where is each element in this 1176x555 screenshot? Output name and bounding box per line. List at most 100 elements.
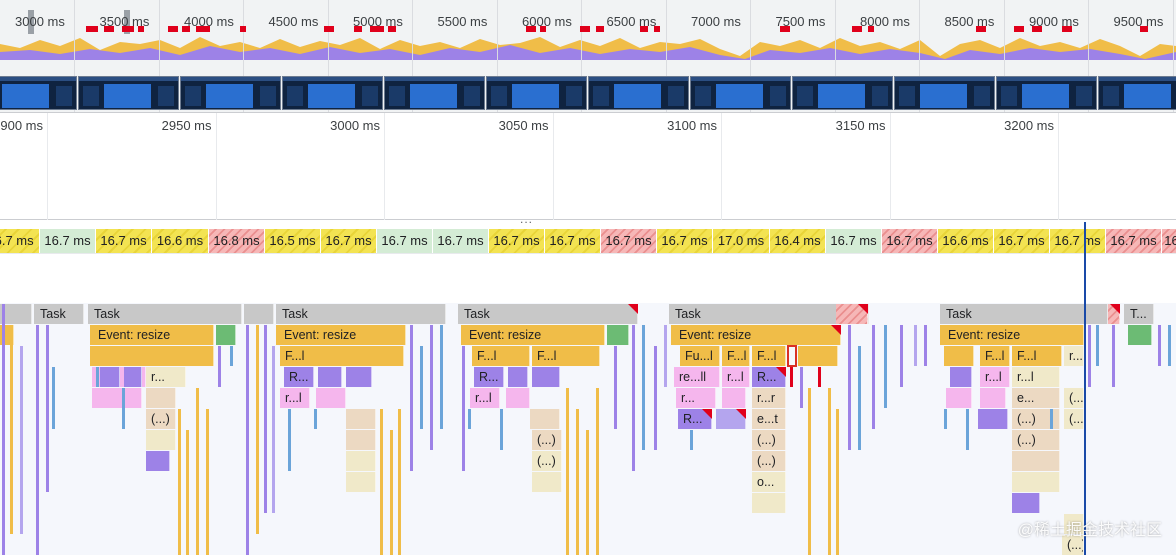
event-bar[interactable]: Event: resize <box>461 325 605 345</box>
screenshot-thumbnail[interactable] <box>792 76 893 110</box>
task-bar[interactable]: Task <box>88 304 242 324</box>
screenshot-thumbnail[interactable] <box>588 76 689 110</box>
function-call[interactable]: r... <box>146 367 186 387</box>
frame-duration[interactable]: 16.8 ms <box>209 229 265 253</box>
function-call[interactable]: (...) <box>1012 430 1060 450</box>
recalc-style[interactable]: re...ll <box>674 367 720 387</box>
recalc-style[interactable] <box>722 388 746 408</box>
layout[interactable]: R... <box>284 367 314 387</box>
frame-duration[interactable]: 16.7 ms <box>601 229 657 253</box>
layout[interactable]: R... <box>474 367 504 387</box>
layout[interactable] <box>532 367 560 387</box>
function-call[interactable] <box>944 346 974 366</box>
frame-duration[interactable]: 16.7 ms <box>657 229 713 253</box>
frame-duration[interactable]: 16.7 ms <box>489 229 545 253</box>
function-call[interactable]: (...) <box>752 430 786 450</box>
function-call[interactable]: (...) <box>532 430 562 450</box>
frame-duration[interactable]: 16.6 ms <box>152 229 209 253</box>
recalc-style[interactable] <box>316 388 346 408</box>
screenshot-thumbnail[interactable] <box>384 76 485 110</box>
layout[interactable] <box>100 367 120 387</box>
task-bar[interactable]: Task <box>276 304 446 324</box>
frame-duration[interactable]: 16.7 ms <box>433 229 489 253</box>
function-call[interactable]: (...) <box>1064 409 1084 429</box>
function-call[interactable]: r...l <box>1012 367 1060 387</box>
screenshot-thumbnail[interactable] <box>1098 76 1176 110</box>
frame-duration[interactable]: 16.5 ms <box>265 229 321 253</box>
main-thread-flame-chart[interactable]: Task Task Task Task Task Task T... Event: resiz… <box>0 303 1176 555</box>
function-call[interactable]: (...) <box>532 451 562 471</box>
function-call[interactable]: e... <box>1012 388 1060 408</box>
function-call[interactable] <box>346 451 376 471</box>
timeline-overview[interactable]: 3000 ms 3500 ms 4000 ms 4500 ms 5000 ms 5500 … <box>0 0 1176 113</box>
layout[interactable] <box>508 367 528 387</box>
function-call[interactable]: e...t <box>752 409 786 429</box>
function-call[interactable]: F...l <box>280 346 404 366</box>
screenshot-thumbnail[interactable] <box>78 76 179 110</box>
event-bar[interactable]: Event: resize <box>276 325 406 345</box>
frame-duration[interactable]: 16.7 ms <box>826 229 882 253</box>
playhead-cursor[interactable] <box>1084 222 1086 555</box>
function-call[interactable]: F...l <box>722 346 750 366</box>
function-call[interactable] <box>798 346 838 366</box>
function-call[interactable] <box>346 430 376 450</box>
recalc-style[interactable] <box>506 388 530 408</box>
frame-duration[interactable]: 16.6 ms <box>938 229 994 253</box>
frame-duration[interactable]: 17.0 ms <box>713 229 770 253</box>
event-bar[interactable] <box>1128 325 1152 345</box>
frame-duration[interactable]: 16.7 ms <box>1106 229 1162 253</box>
function-call[interactable] <box>346 472 376 492</box>
screenshot-thumbnail[interactable] <box>486 76 587 110</box>
frame-duration[interactable]: 16.7 ms <box>321 229 377 253</box>
function-call[interactable]: F...l <box>1012 346 1062 366</box>
task-bar[interactable] <box>244 304 274 324</box>
frame-duration[interactable]: 16.7 ms <box>882 229 938 253</box>
layout[interactable] <box>950 367 972 387</box>
function-call[interactable]: Fu...l <box>680 346 720 366</box>
function-call[interactable]: r...r <box>752 388 786 408</box>
frame-duration[interactable]: 16.7 ms <box>545 229 601 253</box>
recalc-style[interactable] <box>92 388 142 408</box>
screenshot-thumbnail[interactable] <box>282 76 383 110</box>
collapse-handle[interactable]: ... <box>520 212 533 226</box>
layout[interactable] <box>124 367 142 387</box>
function-call[interactable]: (...) <box>1064 388 1084 408</box>
screenshot-thumbnail[interactable] <box>690 76 791 110</box>
screenshot-thumbnail[interactable] <box>996 76 1097 110</box>
function-call[interactable] <box>532 472 562 492</box>
task-bar[interactable]: Task <box>34 304 84 324</box>
frame-duration[interactable]: 16.7 ms <box>96 229 152 253</box>
event-bar[interactable] <box>216 325 236 345</box>
frame-duration[interactable]: 16.7 ms <box>40 229 96 253</box>
recalc-style[interactable]: r... <box>676 388 716 408</box>
frame-duration[interactable]: 16.7 ms <box>1050 229 1106 253</box>
function-call[interactable] <box>752 493 786 513</box>
function-call[interactable]: o... <box>752 472 786 492</box>
function-call[interactable]: F...l <box>980 346 1010 366</box>
layout[interactable] <box>978 409 1008 429</box>
frames-track[interactable]: 16.7 ms16.7 ms16.7 ms16.6 ms16.8 ms16.5 … <box>0 229 1176 253</box>
screenshot-thumbnail[interactable] <box>0 76 77 110</box>
recalc-style[interactable]: r...l <box>280 388 310 408</box>
function-call[interactable] <box>146 430 176 450</box>
task-bar[interactable]: Task <box>940 304 1108 324</box>
frame-duration[interactable]: 16.4 ms <box>770 229 826 253</box>
function-call[interactable] <box>146 388 176 408</box>
function-call[interactable] <box>346 409 376 429</box>
screenshot-thumbnail[interactable] <box>894 76 995 110</box>
function-call[interactable]: r... <box>1064 346 1084 366</box>
recalc-style[interactable] <box>946 388 972 408</box>
function-call[interactable] <box>1012 451 1060 471</box>
frame-duration[interactable]: 16 <box>1162 229 1176 253</box>
event-bar[interactable]: Event: resize <box>90 325 214 345</box>
function-call[interactable]: F...l <box>752 346 786 366</box>
screenshot-thumbnail[interactable] <box>180 76 281 110</box>
function-call[interactable] <box>530 409 560 429</box>
event-bar[interactable] <box>607 325 629 345</box>
frame-duration[interactable]: 16.7 ms <box>994 229 1050 253</box>
frame-duration[interactable]: 16.7 ms <box>377 229 433 253</box>
function-call[interactable] <box>1012 472 1060 492</box>
event-bar[interactable]: Event: resize <box>671 325 841 345</box>
layout[interactable] <box>318 367 342 387</box>
function-call[interactable]: (...) <box>752 451 786 471</box>
